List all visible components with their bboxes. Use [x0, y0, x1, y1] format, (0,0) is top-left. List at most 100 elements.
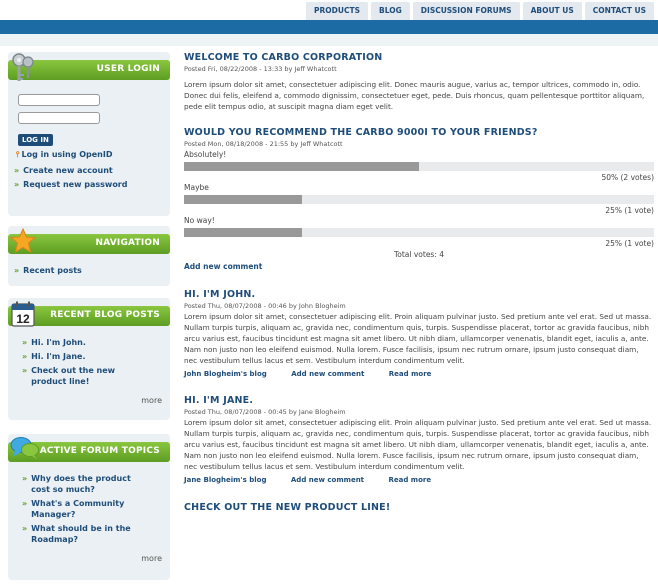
forum-topic-label: Why does the product cost so much? [31, 474, 131, 494]
bullet-icon: » [22, 352, 28, 361]
poll-bar-track [184, 227, 654, 237]
poll-total: Total votes: 4 [393, 249, 445, 259]
poll-bar-fill [184, 161, 419, 171]
add-comment-link[interactable]: Add new comment [291, 370, 364, 378]
recent-posts-link[interactable]: » Recent posts [14, 265, 164, 276]
block-header: 12 RECENT BLOG POSTS [8, 301, 170, 329]
request-password-label: Request new password [23, 180, 128, 189]
post-body: Lorem ipsum dolor sit amet, consectetuer… [184, 311, 652, 366]
bullet-icon: » [22, 524, 28, 533]
add-comment-link[interactable]: Add new comment [291, 476, 364, 484]
poll-option-label: Maybe [184, 182, 209, 192]
calendar-icon: 12 [11, 301, 35, 329]
bullet-icon: » [22, 499, 28, 508]
openid-link-label: Log in using OpenID [21, 150, 113, 159]
nav-tab-about-us[interactable]: ABOUT US [522, 2, 582, 20]
poll: WOULD YOU RECOMMEND THE CARBO 9000I TO Y… [184, 127, 654, 271]
blog-link-label: Check out the new product line! [31, 366, 116, 386]
block-title: NAVIGATION [95, 238, 160, 248]
nav-tab-contact-us[interactable]: CONTACT US [584, 2, 654, 20]
post-meta: Posted Fri, 08/22/2008 - 13:33 by Jeff W… [184, 65, 337, 73]
blog-link-john[interactable]: » Hi. I'm John. [22, 337, 164, 348]
poll-bar-track [184, 194, 654, 204]
openid-icon: ⫯ [16, 150, 20, 159]
bullet-icon: » [22, 366, 28, 375]
post-links: Jane Blogheim's blog Add new comment Rea… [184, 476, 654, 484]
forum-more-link[interactable]: more [8, 554, 170, 569]
author-blog-link[interactable]: Jane Blogheim's blog [184, 476, 266, 484]
password-field[interactable] [18, 112, 100, 124]
poll-bar-track [184, 161, 654, 171]
block-title: ACTIVE FORUM TOPICS [39, 446, 160, 456]
poll-meta: Posted Mon, 08/18/2008 - 21:55 by Jeff W… [184, 139, 343, 148]
recent-posts-label: Recent posts [23, 266, 82, 275]
nav-tab-blog[interactable]: BLOG [371, 2, 410, 20]
user-login-block: USER LOGIN LOG IN ⫯ Log in using OpenID »… [8, 52, 170, 216]
chat-bubbles-icon [10, 436, 40, 462]
forum-topic-cost[interactable]: » Why does the product cost so much? [22, 473, 164, 495]
poll-option-result: 25% (1 vote) [605, 238, 654, 248]
poll-bar-fill [184, 227, 302, 237]
read-more-link[interactable]: Read more [389, 370, 432, 378]
bullet-icon: » [14, 166, 20, 175]
header-subband [0, 34, 658, 46]
block-header: NAVIGATION [8, 227, 170, 256]
openid-link[interactable]: ⫯ Log in using OpenID [8, 150, 170, 160]
forum-topic-community-manager[interactable]: » What's a Community Manager? [22, 498, 164, 520]
bullet-icon: » [14, 266, 20, 275]
poll-option-label: Absolutely! [184, 149, 227, 159]
navigation-block: NAVIGATION » Recent posts [8, 226, 170, 286]
block-header: USER LOGIN [8, 53, 170, 82]
post-john: HI. I'M JOHN. Posted Thu, 08/07/2008 - 0… [184, 289, 654, 378]
header-band [0, 20, 658, 34]
svg-text:12: 12 [16, 312, 30, 326]
create-account-link[interactable]: » Create new account [14, 165, 164, 176]
request-password-link[interactable]: » Request new password [14, 179, 164, 190]
post-title[interactable]: CHECK OUT THE NEW PRODUCT LINE! [184, 502, 654, 513]
bullet-icon: » [22, 474, 28, 483]
block-header: ACTIVE FORUM TOPICS [8, 437, 170, 464]
post-links: John Blogheim's blog Add new comment Rea… [184, 370, 654, 378]
blog-link-label: Hi. I'm John. [31, 338, 86, 347]
forum-topic-roadmap[interactable]: » What should be in the Roadmap? [22, 523, 164, 545]
post-body: Lorem ipsum dolor sit amet, consectetuer… [184, 417, 652, 472]
top-nav: PRODUCTS BLOG DISCUSSION FORUMS ABOUT US… [306, 0, 654, 20]
block-title: RECENT BLOG POSTS [50, 310, 160, 320]
post-meta: Posted Thu, 08/07/2008 - 00:46 by John B… [184, 301, 346, 310]
poll-option-label: No way! [184, 215, 215, 225]
bullet-icon: » [14, 180, 20, 189]
login-button[interactable]: LOG IN [18, 134, 53, 146]
post-title[interactable]: HI. I'M JOHN. [184, 289, 654, 300]
poll-title[interactable]: WOULD YOU RECOMMEND THE CARBO 9000I TO Y… [184, 127, 654, 138]
read-more-link[interactable]: Read more [388, 476, 431, 484]
post-title[interactable]: WELCOME TO CARBO CORPORATION [184, 52, 654, 63]
bullet-icon: » [22, 338, 28, 347]
active-forum-topics-block: ACTIVE FORUM TOPICS » Why does the produc… [8, 434, 170, 580]
recent-blog-posts-block: 12 RECENT BLOG POSTS » Hi. I'm John. » Hi.… [8, 298, 170, 420]
poll-option-result: 50% (2 votes) [601, 172, 654, 182]
nav-tab-discussion-forums[interactable]: DISCUSSION FORUMS [412, 2, 520, 20]
blog-more-link[interactable]: more [8, 396, 170, 411]
poll-add-comment-link[interactable]: Add new comment [184, 262, 654, 271]
blog-link-jane[interactable]: » Hi. I'm Jane. [22, 351, 164, 362]
main-content: WELCOME TO CARBO CORPORATION Posted Fri,… [184, 52, 654, 515]
post-product-line: CHECK OUT THE NEW PRODUCT LINE! [184, 502, 654, 513]
username-field[interactable] [18, 94, 100, 106]
post-meta: Posted Thu, 08/07/2008 - 00:45 by Jane B… [184, 407, 346, 416]
post-title[interactable]: HI. I'M JANE. [184, 395, 654, 406]
poll-option-result: 25% (1 vote) [605, 205, 654, 215]
blog-link-label: Hi. I'm Jane. [31, 352, 86, 361]
post-jane: HI. I'M JANE. Posted Thu, 08/07/2008 - 0… [184, 395, 654, 484]
block-title: USER LOGIN [96, 64, 160, 74]
post-body: Lorem ipsum dolor sit amet, consectetuer… [184, 80, 645, 112]
poll-bar-fill [184, 194, 302, 204]
blog-link-product-line[interactable]: » Check out the new product line! [22, 365, 164, 387]
post-welcome: WELCOME TO CARBO CORPORATION Posted Fri,… [184, 52, 654, 113]
keys-icon [10, 52, 36, 86]
nav-tab-products[interactable]: PRODUCTS [306, 2, 369, 20]
forum-topic-label: What's a Community Manager? [31, 499, 125, 519]
create-account-label: Create new account [23, 166, 113, 175]
star-icon [9, 227, 37, 256]
author-blog-link[interactable]: John Blogheim's blog [184, 370, 267, 378]
forum-topic-label: What should be in the Roadmap? [31, 524, 131, 544]
